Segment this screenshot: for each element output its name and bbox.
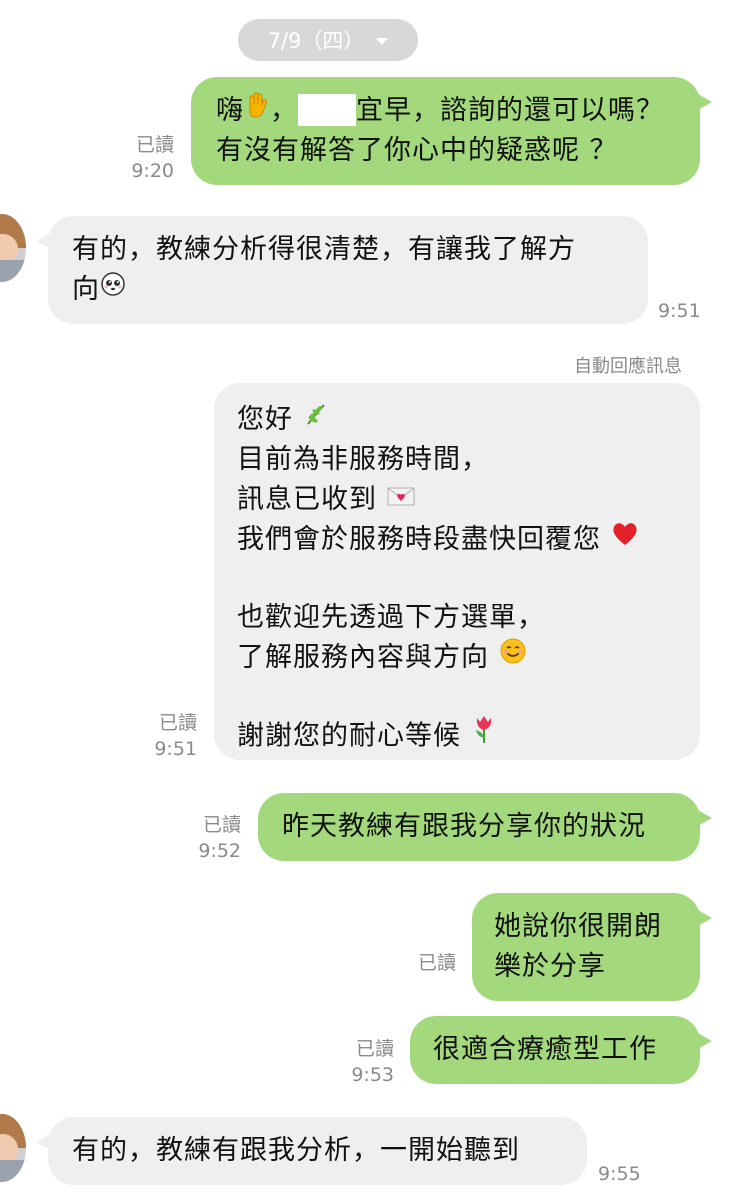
message-line: 訊息已收到 [237,480,700,520]
message-line: 我們會於服務時段盡快回覆您 [237,520,700,560]
message-line: 有的，教練有跟我分析，一開始聽到 [72,1135,520,1166]
date-separator[interactable]: 7/9（四） [238,19,418,61]
message-line: 很適合療癒型工作 [433,1034,657,1065]
message-text: 謝謝您的耐心等候 [237,720,461,752]
red-heart-icon [611,519,639,559]
love-letter-icon [387,479,415,519]
pleading-face-icon [100,269,126,309]
message-text: 嗨 [216,95,244,126]
read-label: 已讀 [135,134,174,156]
waving-hand-icon [244,90,270,130]
avatar[interactable] [0,214,26,282]
message-time: 9:20 [131,160,174,182]
message-time: 9:51 [658,300,701,322]
message-bubble-outgoing[interactable]: 嗨 ， 宜早，諮詢的還可以嗎？ 有沒有解答了你心中的疑惑呢 ？ [191,77,712,185]
message-line: 目前為非服務時間， [237,444,489,475]
auto-reply-bubble[interactable]: 您好 目前為非服務時間， 訊息已收到 我們會於服務時段盡快回覆您 也歡迎先透過下… [214,383,700,760]
herb-icon [303,399,329,439]
message-line: 昨天教練有跟我分享你的狀況 [282,811,646,842]
read-label: 已讀 [158,712,197,734]
message-text: 宜早，諮詢的還可以嗎？ [356,95,664,126]
read-receipt-3: 已讀 9:52 [190,812,241,864]
smiling-face-icon [499,637,527,677]
message-bubble-incoming[interactable]: 有的，教練分析得很清楚，有讓我了解方 向 [36,216,648,324]
date-label: 7/9（四） [267,29,365,53]
message-line: 向 [72,270,648,310]
message-line: 也歡迎先透過下方選單， [237,602,545,633]
chevron-down-icon [376,37,389,45]
message-time: 9:55 [598,1163,641,1185]
message-bubble-outgoing[interactable]: 很適合療癒型工作 [410,1016,712,1084]
message-text: 我們會於服務時段盡快回覆您 [237,524,601,555]
auto-reply-label: 自動回應訊息 [574,356,682,377]
message-time: 9:53 [351,1064,394,1086]
message-line: 有的，教練分析得很清楚，有讓我了解方 [72,234,576,265]
message-line: 您好 [237,400,700,440]
message-line: 她說你很開朗 [494,911,662,942]
read-receipt-1: 已讀 9:20 [120,132,174,184]
tulip-icon [471,714,497,756]
message-time: 9:51 [154,738,197,760]
read-receipt-4: 已讀 [404,950,456,976]
message-time: 9:52 [198,840,241,862]
redaction-block [298,93,356,126]
message-bubble-incoming[interactable]: 有的，教練有跟我分析，一開始聽到 [36,1117,587,1185]
message-bubble-outgoing[interactable]: 昨天教練有跟我分享你的狀況 [258,793,712,861]
message-text: 訊息已收到 [237,484,377,515]
avatar[interactable] [0,1114,26,1182]
message-line: 謝謝您的耐心等候 [237,716,700,756]
read-label: 已讀 [355,1038,394,1060]
read-receipt-2: 已讀 9:51 [140,710,197,762]
message-text: 了解服務內容與方向 [237,642,489,673]
message-line: 樂於分享 [494,951,606,982]
read-receipt-5: 已讀 9:53 [340,1036,394,1088]
message-bubble-outgoing[interactable]: 她說你很開朗 樂於分享 [472,893,712,1001]
message-text: ， [270,95,298,126]
message-line: 了解服務內容與方向 [237,638,700,678]
message-text: 向 [72,274,100,305]
message-text: 您好 [237,404,293,435]
read-label: 已讀 [202,814,241,836]
message-line: 有沒有解答了你心中的疑惑呢 ？ [216,135,618,166]
read-label: 已讀 [417,952,456,974]
message-line: 嗨 ， 宜早，諮詢的還可以嗎？ [216,91,700,131]
